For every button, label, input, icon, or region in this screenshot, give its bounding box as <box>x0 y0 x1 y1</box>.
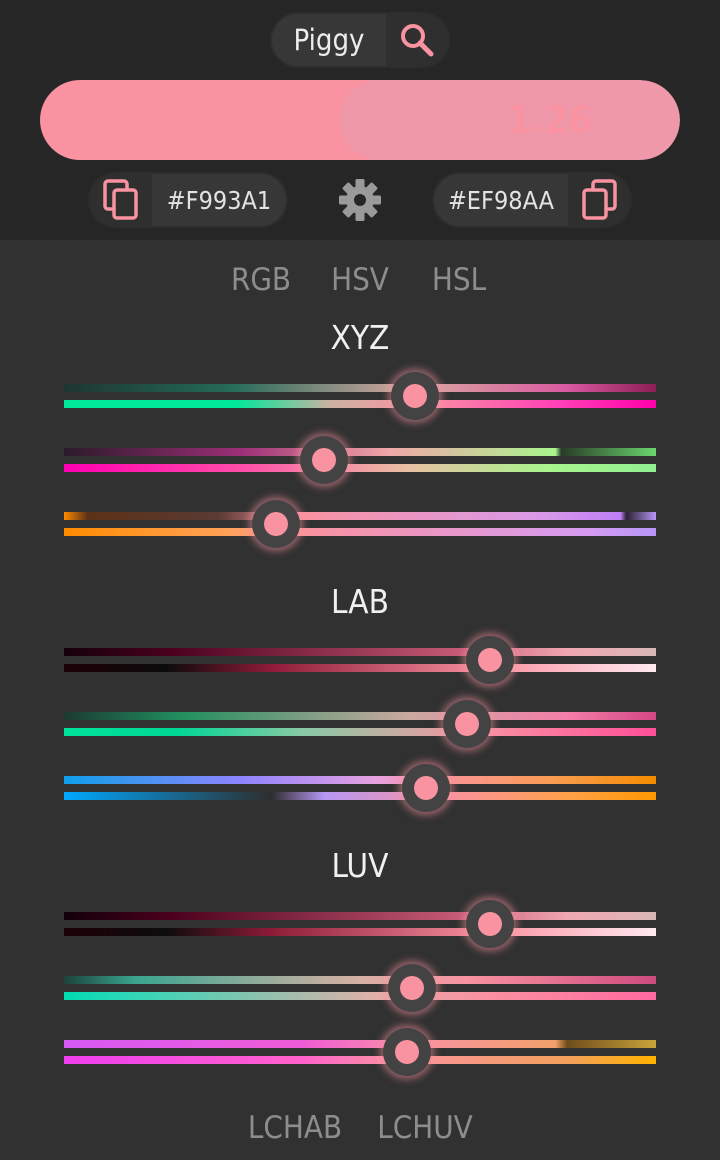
slider-track-upper <box>64 384 656 392</box>
slider-thumb[interactable] <box>465 636 514 684</box>
tab-lchab[interactable]: LCHAB <box>248 1110 342 1146</box>
xyz-slider-x[interactable] <box>64 372 656 420</box>
color-model-tabs: RGB HSV HSL <box>0 262 720 306</box>
luv-slider-l[interactable] <box>64 900 656 948</box>
tab-hsv[interactable]: HSV <box>331 262 389 298</box>
slider-thumb[interactable] <box>383 1028 432 1076</box>
slider-thumb[interactable] <box>251 500 300 548</box>
slider-thumb[interactable] <box>388 964 437 1012</box>
slider-thumb[interactable] <box>299 436 348 484</box>
luv-slider-u[interactable] <box>64 964 656 1012</box>
slider-track-upper <box>64 512 656 520</box>
section-title-luv: LUV <box>331 846 389 885</box>
slider-track-upper <box>64 1040 656 1048</box>
luv-slider-v[interactable] <box>64 1028 656 1076</box>
primary-hex-pill: #F993A1 <box>88 172 288 228</box>
lab-slider-l[interactable] <box>64 636 656 684</box>
slider-track-lower <box>64 664 656 672</box>
copy-secondary-button[interactable] <box>568 174 630 226</box>
lab-slider-b[interactable] <box>64 764 656 812</box>
copy-icon <box>582 179 617 220</box>
slider-track-upper <box>64 912 656 920</box>
slider-track-lower <box>64 992 656 1000</box>
slider-track-upper <box>64 712 656 720</box>
section-title-xyz: XYZ <box>330 318 390 357</box>
secondary-hex-value[interactable]: #EF98AA <box>434 174 568 226</box>
slider-track-lower <box>64 728 656 736</box>
copy-icon <box>103 179 138 220</box>
slider-track-upper <box>64 776 656 784</box>
contrast-ratio: 1.26 <box>507 98 593 142</box>
slider-thumb[interactable] <box>391 372 440 420</box>
xyz-slider-z[interactable] <box>64 500 656 548</box>
settings-gear-icon[interactable] <box>338 178 382 222</box>
bottom-color-model-tabs: LCHAB LCHUV <box>0 1110 720 1158</box>
slider-track-lower <box>64 1056 656 1064</box>
tab-lchuv[interactable]: LCHUV <box>377 1110 472 1146</box>
xyz-slider-y[interactable] <box>64 436 656 484</box>
tab-hsl[interactable]: HSL <box>432 262 486 298</box>
color-name-pill[interactable]: Piggy <box>270 12 450 68</box>
section-title-lab: LAB <box>331 582 389 621</box>
slider-track-lower <box>64 400 656 408</box>
color-name: Piggy <box>293 23 365 57</box>
slider-thumb[interactable] <box>401 764 450 812</box>
tab-rgb[interactable]: RGB <box>231 262 291 298</box>
slider-track-upper <box>64 448 656 456</box>
search-button[interactable] <box>386 14 448 66</box>
copy-primary-button[interactable] <box>90 174 152 226</box>
slider-track-lower <box>64 464 656 472</box>
slider-track-upper <box>64 976 656 984</box>
slider-track-upper <box>64 648 656 656</box>
lab-slider-a[interactable] <box>64 700 656 748</box>
slider-track-lower <box>64 928 656 936</box>
slider-thumb[interactable] <box>465 900 514 948</box>
primary-hex-value[interactable]: #F993A1 <box>152 174 286 226</box>
slider-track-lower <box>64 792 656 800</box>
color-header: Piggy 1.26 #F993A1 #EF98AA <box>0 0 720 240</box>
primary-color-swatch[interactable] <box>40 80 380 160</box>
slider-track-lower <box>64 528 656 536</box>
slider-thumb[interactable] <box>443 700 492 748</box>
search-icon <box>401 24 434 57</box>
color-comparison-bar: 1.26 <box>40 80 680 160</box>
secondary-hex-pill: #EF98AA <box>432 172 632 228</box>
